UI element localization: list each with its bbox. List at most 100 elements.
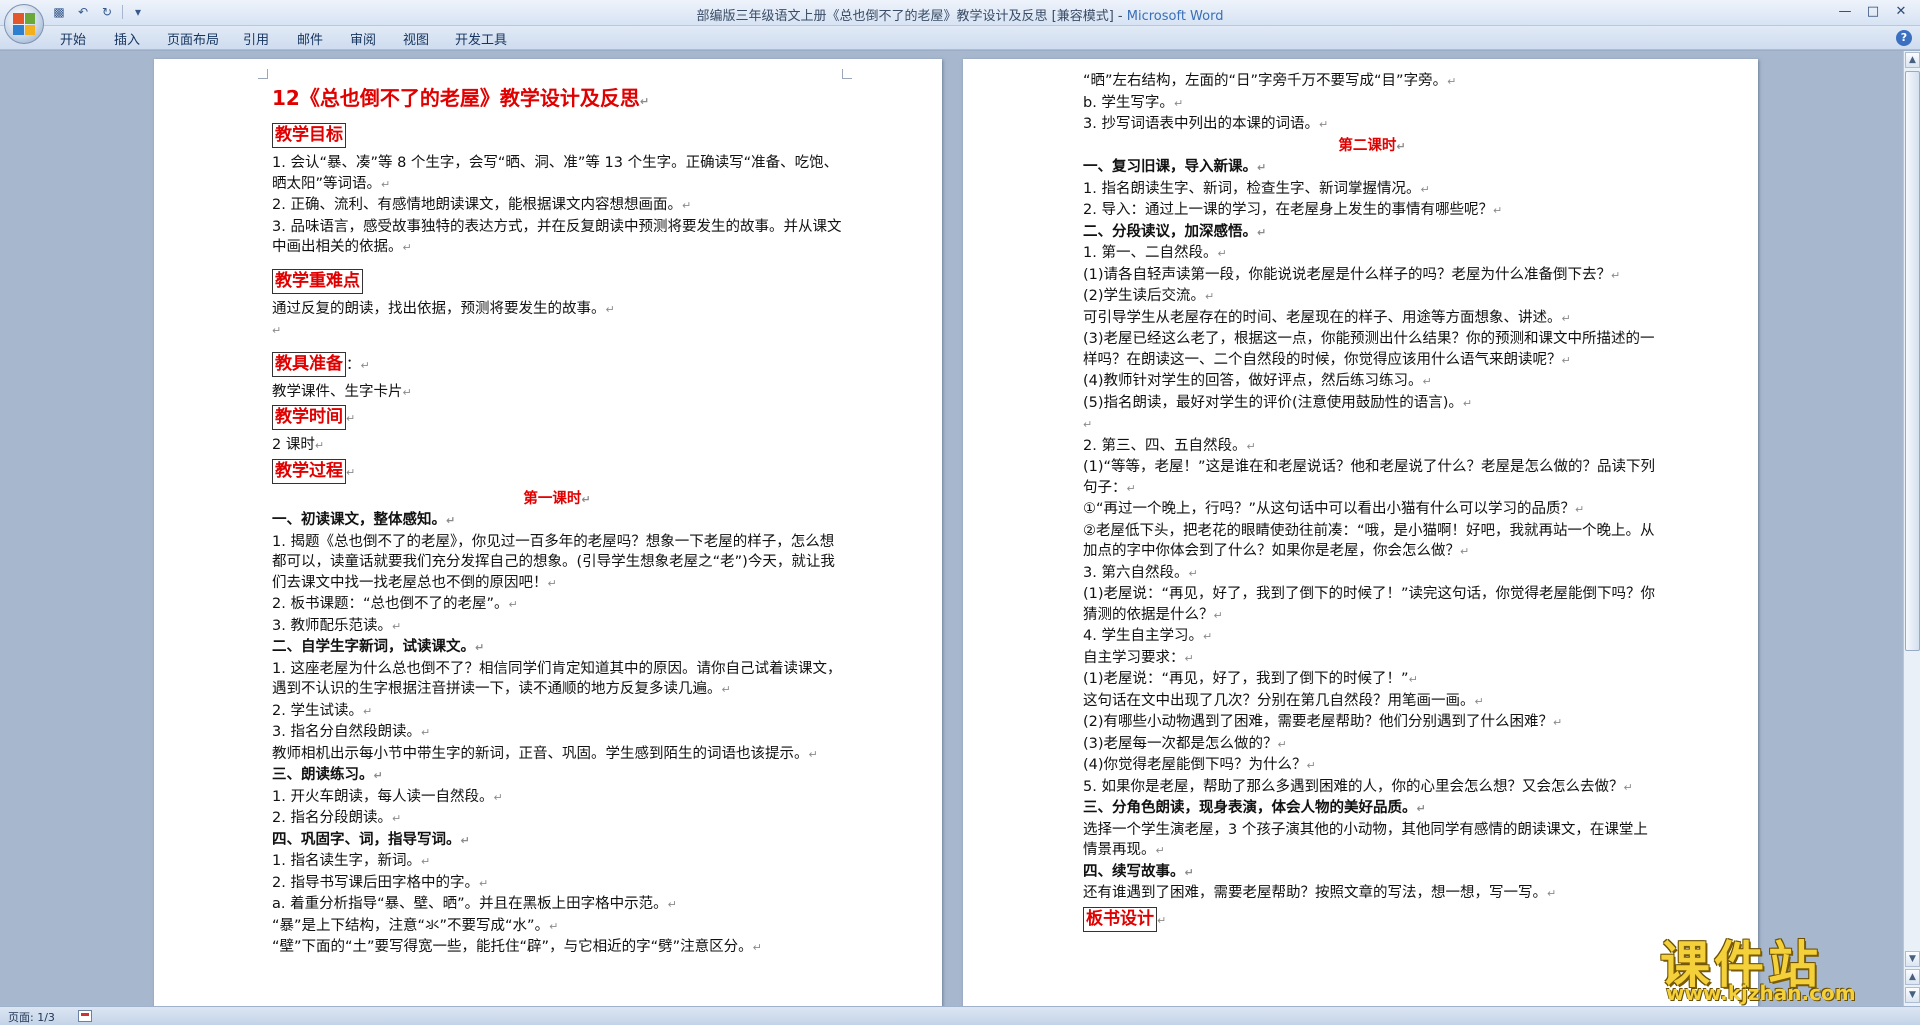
section-heading: 四、巩固字、词，指导写词。↵: [272, 831, 470, 848]
document-page-2[interactable]: “晒”左右结构，左面的“日”字旁千万不要写成“目”字旁。↵ b. 学生写字。↵ …: [963, 59, 1758, 1006]
section-heading: 二、自学生字新词，试读课文。↵: [272, 639, 485, 655]
paragraph: 3. 抄写词语表中列出的本课的词语。↵: [1083, 116, 1329, 132]
empty-paragraph: ↵: [1083, 418, 1093, 431]
section-heading: 一、初读课文，整体感知。↵: [272, 512, 456, 528]
paragraph: (1)请各自轻声读第一段，你能说说老屋是什么样子的吗？老屋为什么准备倒下去？↵: [1083, 266, 1621, 283]
paragraph: 1. 指名朗读生字、新词，检查生字、新词掌握情况。↵: [1083, 180, 1430, 197]
status-bar: 页面: 1/3: [0, 1006, 1920, 1025]
lesson-heading: 第二课时↵: [1338, 137, 1406, 154]
page-body: 12《总也倒不了的老屋》教学设计及反思↵ 教学目标 1. 会认“暴、凑”等 8 …: [272, 83, 842, 959]
crop-mark: [842, 69, 852, 79]
paragraph: 2 课时↵: [272, 437, 325, 453]
paragraph: 通过反复的朗读，找出依据，预测将要发生的故事。↵: [272, 300, 615, 317]
paragraph: 这句话在文中出现了几次？分别在第几自然段？用笔画一画。↵: [1083, 692, 1484, 709]
paragraph: (1)老屋说：“再见，好了，我到了倒下的时候了！”读完这句话，你觉得老屋能倒下吗…: [1083, 586, 1656, 623]
paragraph: 5. 如果你是老屋，帮助了那么多遇到困难的人，你的心里会怎么想？又会怎么去做？↵: [1083, 778, 1633, 795]
watermark-url: www.kjzhan.com: [1666, 981, 1856, 1005]
paragraph: (3)老屋已经这么老了，根据这一点，你能预测出什么结果？你的预测和课文中所描述的…: [1083, 331, 1655, 368]
heading-teaching-process: 教学过程: [272, 458, 346, 484]
lesson-heading: 第一课时↵: [523, 490, 591, 507]
paragraph: 2. 导入：通过上一课的学习，在老屋身上发生的事情有哪些呢？↵: [1083, 202, 1503, 218]
tab-view[interactable]: 视图: [403, 29, 429, 48]
app-name: Microsoft Word: [1126, 9, 1224, 24]
section-heading: 四、续写故事。↵: [1083, 863, 1194, 880]
paragraph: 4. 学生自主学习。↵: [1083, 628, 1213, 644]
close-icon[interactable]: ✕: [1888, 2, 1914, 22]
section-heading: 一、复习旧课，导入新课。↵: [1083, 159, 1267, 175]
paragraph: 2. 指导书写课后田字格中的字。↵: [272, 874, 489, 891]
title-bar: ▩ ↶ ↻ ▾ 部编版三年级语文上册《总也倒不了的老屋》教学设计及反思 [兼容模…: [0, 0, 1920, 44]
heading-key-points: 教学重难点: [272, 268, 363, 294]
tab-page-layout[interactable]: 页面布局: [167, 29, 219, 48]
paragraph: 选择一个学生演老屋，3 个孩子演其他的小动物，其他同学有感情的朗读课文，在课堂上…: [1083, 821, 1648, 859]
previous-page-icon[interactable]: ▲: [1905, 969, 1920, 985]
paragraph: 2. 第三、四、五自然段。↵: [1083, 437, 1256, 454]
page-body: “晒”左右结构，左面的“日”字旁千万不要写成“目”字旁。↵ b. 学生写字。↵ …: [1083, 71, 1661, 937]
next-page-icon[interactable]: ▼: [1905, 987, 1920, 1003]
heading-colon: ：: [346, 356, 361, 373]
paragraph: b. 学生写字。↵: [1083, 94, 1184, 111]
paragraph: 3. 第六自然段。↵: [1083, 564, 1198, 581]
paragraph: 2. 学生试读。↵: [272, 702, 373, 719]
paragraph: (4)教师针对学生的回答，做好评点，然后练习练习。↵: [1083, 373, 1432, 389]
office-button[interactable]: [4, 4, 44, 44]
paragraph: 1. 指名读生字，新词。↵: [272, 853, 431, 869]
vertical-scrollbar[interactable]: ▲ ▼ ▲ ▼: [1903, 51, 1920, 1006]
paragraph: 1. 揭题《总也倒不了的老屋》，你见过一百多年的老屋吗？想象一下老屋的样子，怎么…: [272, 533, 835, 591]
help-icon[interactable]: ?: [1896, 30, 1912, 46]
title-text: 12《总也倒不了的老屋》教学设计及反思: [272, 86, 640, 110]
document-workspace: 12《总也倒不了的老屋》教学设计及反思↵ 教学目标 1. 会认“暴、凑”等 8 …: [0, 51, 1903, 1006]
scrollbar-thumb[interactable]: [1905, 71, 1920, 651]
paragraph: 3. 品味语言，感受故事独特的表达方式，并在反复朗读中预测将要发生的故事。并从课…: [272, 218, 842, 256]
empty-paragraph: ↵: [272, 324, 282, 337]
paragraph: “晒”左右结构，左面的“日”字旁千万不要写成“目”字旁。↵: [1083, 73, 1457, 89]
paragraph: a. 着重分析指导“暴、壁、晒”。并且在黑板上田字格中示范。↵: [272, 896, 677, 912]
paragraph: 教师相机出示每小节中带生字的新词，正音、巩固。学生感到陌生的词语也该提示。↵: [272, 745, 818, 762]
page-title: 12《总也倒不了的老屋》教学设计及反思↵: [272, 86, 650, 110]
paragraph: (1)“等等，老屋！”这是谁在和老屋说话？他和老屋说了什么？老屋是怎么做的？品读…: [1083, 459, 1656, 496]
window-controls: — □ ✕: [1832, 2, 1914, 22]
paragraph: 2. 正确、流利、有感情地朗读课文，能根据课文内容想想画面。↵: [272, 197, 692, 213]
maximize-icon[interactable]: □: [1860, 2, 1886, 22]
scroll-up-icon[interactable]: ▲: [1905, 52, 1920, 68]
document-page-1[interactable]: 12《总也倒不了的老屋》教学设计及反思↵ 教学目标 1. 会认“暴、凑”等 8 …: [154, 59, 942, 1006]
paragraph: 还有谁遇到了困难，需要老屋帮助？按照文章的写法，想一想，写一写。↵: [1083, 885, 1557, 901]
tab-references[interactable]: 引用: [243, 29, 269, 48]
crop-mark: [258, 69, 268, 79]
tab-insert[interactable]: 插入: [114, 29, 140, 48]
window-title: 部编版三年级语文上册《总也倒不了的老屋》教学设计及反思 [兼容模式] - Mic…: [0, 5, 1920, 24]
paragraph: 1. 第一、二自然段。↵: [1083, 245, 1227, 261]
paragraph: ①“再过一个晚上，行吗？”从这句话中可以看出小猫有什么可以学习的品质？↵: [1083, 501, 1585, 517]
office-logo-icon: [13, 13, 35, 35]
page-indicator[interactable]: 页面: 1/3: [8, 1009, 55, 1025]
heading-teaching-time: 教学时间: [272, 405, 346, 430]
paragraph: “暴”是上下结构，注意“氺”不要写成“水”。↵: [272, 917, 559, 934]
tab-mailings[interactable]: 邮件: [297, 29, 323, 48]
paragraph: 1. 会认“暴、凑”等 8 个生字，会写“晒、洞、准”等 13 个生字。正确读写…: [272, 155, 839, 192]
paragraph: 1. 开火车朗读，每人读一自然段。↵: [272, 788, 503, 805]
paragraph: (1)老屋说：“再见，好了，我到了倒下的时候了！”↵: [1083, 671, 1418, 687]
watermark-logo: 课件站 www.kjzhan.com: [1660, 925, 1905, 1005]
proofing-icon[interactable]: [78, 1010, 92, 1022]
heading-teaching-goals: 教学目标: [272, 123, 346, 148]
minimize-icon[interactable]: —: [1832, 2, 1858, 22]
scroll-down-icon[interactable]: ▼: [1905, 951, 1920, 967]
heading-board-design: 板书设计: [1083, 906, 1157, 932]
paragraph: 2. 指名分段朗读。↵: [272, 810, 402, 826]
paragraph: 可引导学生从老屋存在的时间、老屋现在的样子、用途等方面想象、讲述。↵: [1083, 309, 1571, 326]
tab-developer[interactable]: 开发工具: [455, 29, 507, 48]
section-heading: 三、分角色朗读，现身表演，体会人物的美好品质。↵: [1083, 800, 1426, 816]
paragraph: (2)学生读后交流。↵: [1083, 288, 1215, 304]
paragraph: 2. 板书课题：“总也倒不了的老屋”。↵: [272, 596, 518, 612]
paragraph: 3. 指名分自然段朗读。↵: [272, 724, 431, 740]
document-title: 部编版三年级语文上册《总也倒不了的老屋》教学设计及反思 [兼容模式] -: [696, 9, 1127, 24]
section-heading: 二、分段读议，加深感悟。↵: [1083, 223, 1267, 240]
paragraph: (4)你觉得老屋能倒下吗？为什么？↵: [1083, 757, 1316, 773]
heading-teaching-aids: 教具准备: [272, 351, 346, 377]
tab-home[interactable]: 开始: [60, 29, 86, 48]
paragraph: 1. 这座老屋为什么总也倒不了？相信同学们肯定知道其中的原因。请你自己试着读课文…: [272, 660, 842, 698]
section-heading: 三、朗读练习。↵: [272, 767, 383, 783]
tab-review[interactable]: 审阅: [350, 29, 376, 48]
ribbon-tabs: 开始 插入 页面布局 引用 邮件 审阅 视图 开发工具 ?: [0, 26, 1920, 50]
paragraph: (2)有哪些小动物遇到了困难，需要老屋帮助？他们分别遇到了什么困难？↵: [1083, 714, 1563, 730]
